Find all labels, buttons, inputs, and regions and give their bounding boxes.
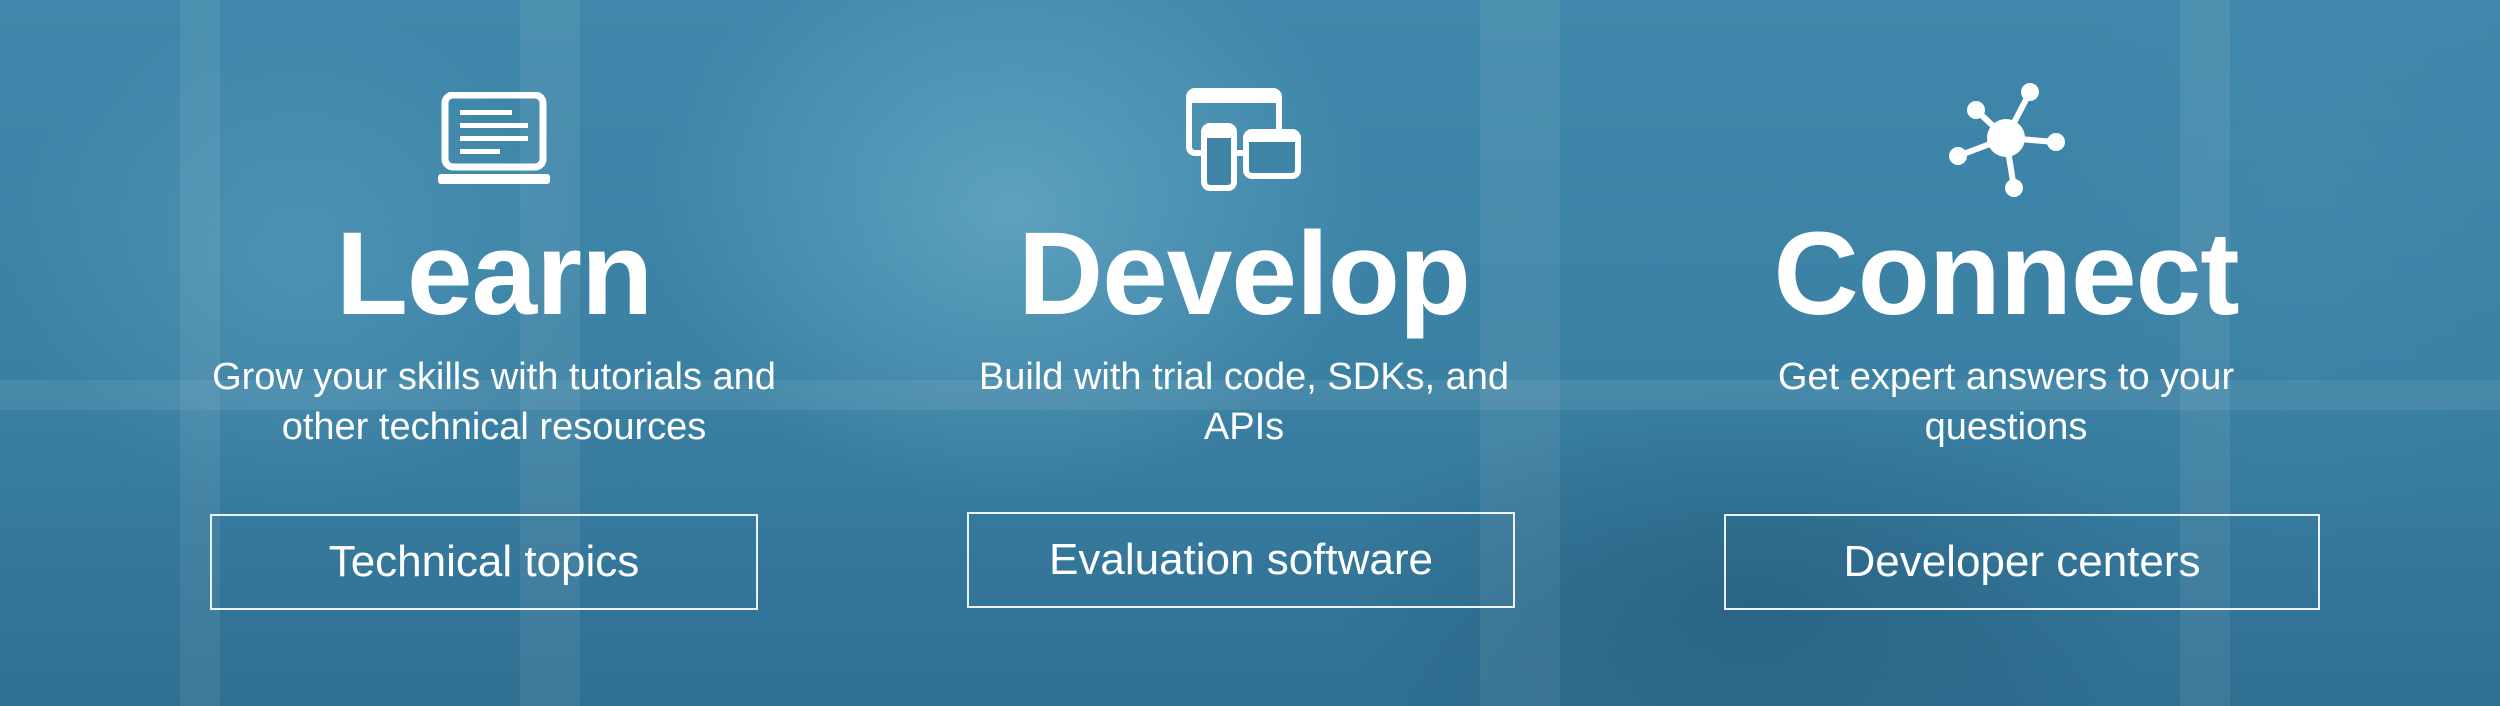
network-icon [1946, 83, 2066, 197]
connect-title: Connect [1773, 208, 2240, 340]
learn-description: Grow your skills with tutorials and othe… [212, 356, 776, 448]
develop-title: Develop [1017, 208, 1471, 340]
develop-description: Build with trial code, SDKs, and APIs [978, 356, 1510, 448]
hero-banner: Learn Grow your skills with tutorials an… [0, 0, 2500, 706]
evaluation-software-button[interactable]: Evaluation software [967, 512, 1515, 608]
connect-description: Get expert answers to your questions [1777, 356, 2235, 448]
learn-title: Learn [335, 208, 653, 340]
devices-icon [1184, 88, 1304, 192]
laptop-icon [434, 88, 554, 192]
developer-centers-button[interactable]: Developer centers [1724, 514, 2320, 610]
technical-topics-button[interactable]: Technical topics [210, 514, 758, 610]
